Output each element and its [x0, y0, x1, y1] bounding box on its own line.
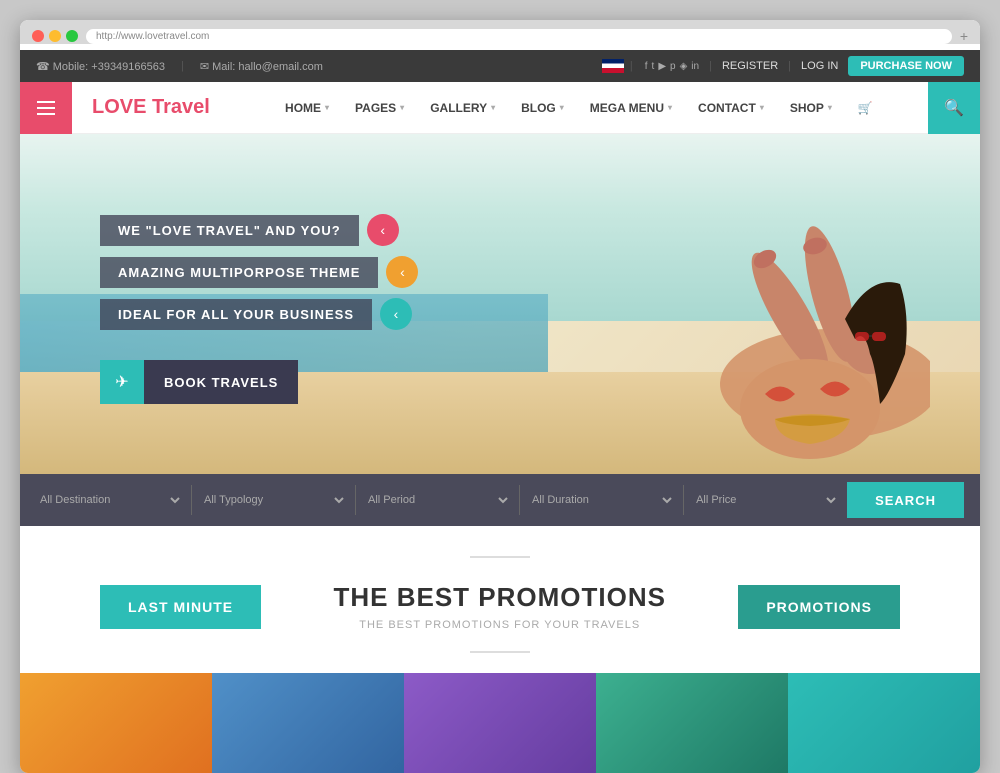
dot-yellow	[49, 30, 61, 42]
phone-info: ☎ Mobile: +39349166563	[36, 60, 165, 73]
hero-tag-1: WE "LOVE TRAVEL" AND YOU? ‹	[100, 214, 418, 246]
divider1: |	[181, 60, 184, 72]
duration-dropdown[interactable]: All Duration	[528, 493, 675, 507]
hero-tag-2: AMAZING MULTIPORPOSE THEME ‹	[100, 256, 418, 288]
nav-gallery[interactable]: GALLERY ▾	[418, 82, 507, 134]
search-icon: 🔍	[944, 98, 964, 118]
hero-section: WE "LOVE TRAVEL" AND YOU? ‹ AMAZING MULT…	[20, 134, 980, 474]
top-bar-right: | f t ▶ p ◈ in | REGISTER | LOG IN PURCH…	[602, 56, 964, 76]
card-4[interactable]	[596, 673, 788, 773]
last-minute-button[interactable]: LAST MINUTE	[100, 585, 261, 629]
flags: |	[602, 59, 635, 73]
nav-gallery-arrow: ▾	[491, 103, 495, 112]
promo-divider-top	[470, 556, 530, 558]
promo-content: LAST MINUTE THE BEST PROMOTIONS THE BEST…	[20, 582, 980, 631]
hamburger-icon	[37, 101, 55, 115]
cards-row	[20, 673, 980, 773]
search-divider-1	[191, 485, 192, 515]
search-bar: All Destination All Typology All Period …	[20, 474, 980, 526]
price-dropdown[interactable]: All Price	[692, 493, 839, 507]
nav-home[interactable]: HOME ▾	[273, 82, 341, 134]
nav-contact-arrow: ▾	[760, 103, 764, 112]
hero-arrow-1[interactable]: ‹	[367, 214, 399, 246]
promotions-button[interactable]: PROMOTIONS	[738, 585, 900, 629]
nav-pages[interactable]: PAGES ▾	[343, 82, 416, 134]
promo-divider-bottom	[470, 651, 530, 653]
search-divider-3	[519, 485, 520, 515]
dot-red	[32, 30, 44, 42]
browser-add-tab[interactable]: +	[960, 28, 968, 44]
search-divider-4	[683, 485, 684, 515]
hero-text-area: WE "LOVE TRAVEL" AND YOU? ‹ AMAZING MULT…	[100, 214, 418, 404]
hamburger-button[interactable]	[20, 82, 72, 134]
card-2[interactable]	[212, 673, 404, 773]
nav-blog[interactable]: BLOG ▾	[509, 82, 576, 134]
purchase-button[interactable]: PURCHASE NOW	[848, 56, 964, 76]
nav-blog-arrow: ▾	[560, 103, 564, 112]
period-dropdown[interactable]: All Period	[364, 493, 511, 507]
nav-shop[interactable]: SHOP ▾	[778, 82, 844, 134]
facebook-icon[interactable]: f	[645, 61, 648, 72]
top-divider2: |	[709, 60, 712, 72]
typology-dropdown[interactable]: All Typology	[200, 493, 347, 507]
twitter-icon[interactable]: t	[652, 61, 655, 72]
top-bar: ☎ Mobile: +39349166563 | ✉ Mail: hallo@e…	[20, 50, 980, 82]
uk-flag	[602, 59, 624, 73]
nav-pages-arrow: ▾	[400, 103, 404, 112]
promo-title: THE BEST PROMOTIONS	[333, 582, 665, 613]
address-bar[interactable]: http://www.lovetravel.com	[86, 29, 952, 44]
main-nav: LOVE Travel HOME ▾ PAGES ▾ GALLERY ▾	[20, 82, 980, 134]
top-bar-left: ☎ Mobile: +39349166563 | ✉ Mail: hallo@e…	[36, 60, 323, 73]
flag-divider: |	[630, 60, 633, 72]
search-toggle-button[interactable]: 🔍	[928, 82, 980, 134]
airplane-icon: ✈	[115, 372, 128, 392]
login-link[interactable]: LOG IN	[801, 60, 838, 72]
destination-dropdown[interactable]: All Destination	[36, 493, 183, 507]
hero-arrow-2[interactable]: ‹	[386, 256, 418, 288]
search-button[interactable]: SEARCH	[847, 482, 964, 518]
nav-mega-menu-arrow: ▾	[668, 103, 672, 112]
card-1[interactable]	[20, 673, 212, 773]
hero-tag-1-text: WE "LOVE TRAVEL" AND YOU?	[100, 215, 359, 246]
top-divider3: |	[788, 60, 791, 72]
book-travels-label: BOOK TRAVELS	[144, 360, 298, 404]
linkedin-icon[interactable]: in	[691, 61, 699, 72]
nav-shop-arrow: ▾	[828, 103, 832, 112]
hero-tag-3: IDEAL FOR ALL YOUR BUSINESS ‹	[100, 298, 418, 330]
nav-cart[interactable]: 🛒	[846, 82, 885, 134]
instagram-icon[interactable]: ◈	[680, 61, 688, 72]
nav-contact[interactable]: CONTACT ▾	[686, 82, 776, 134]
hero-person	[590, 154, 930, 474]
hero-tag-2-text: AMAZING MULTIPORPOSE THEME	[100, 257, 378, 288]
promotions-section: LAST MINUTE THE BEST PROMOTIONS THE BEST…	[20, 526, 980, 673]
register-link[interactable]: REGISTER	[722, 60, 778, 72]
pinterest-icon[interactable]: p	[670, 61, 676, 72]
book-travels-icon: ✈	[100, 360, 144, 404]
book-travels-button[interactable]: ✈ BOOK TRAVELS	[100, 360, 418, 404]
promo-center: THE BEST PROMOTIONS THE BEST PROMOTIONS …	[333, 582, 665, 631]
search-divider-2	[355, 485, 356, 515]
nav-mega-menu[interactable]: MEGA MENU ▾	[578, 82, 684, 134]
nav-items: HOME ▾ PAGES ▾ GALLERY ▾ BLOG ▾	[230, 82, 928, 134]
card-5[interactable]	[788, 673, 980, 773]
card-3[interactable]	[404, 673, 596, 773]
logo-travel: Travel	[152, 96, 210, 118]
dot-green	[66, 30, 78, 42]
youtube-icon[interactable]: ▶	[658, 61, 666, 72]
hero-arrow-3[interactable]: ‹	[380, 298, 412, 330]
cart-icon: 🛒	[858, 101, 873, 115]
email-info: ✉ Mail: hallo@email.com	[200, 60, 323, 73]
social-icons[interactable]: f t ▶ p ◈ in	[645, 61, 699, 72]
promo-subtitle: THE BEST PROMOTIONS FOR YOUR TRAVELS	[333, 619, 665, 631]
hero-tag-3-text: IDEAL FOR ALL YOUR BUSINESS	[100, 299, 372, 330]
nav-home-arrow: ▾	[325, 103, 329, 112]
logo-love: LOVE	[92, 96, 146, 118]
logo[interactable]: LOVE Travel	[72, 96, 230, 119]
